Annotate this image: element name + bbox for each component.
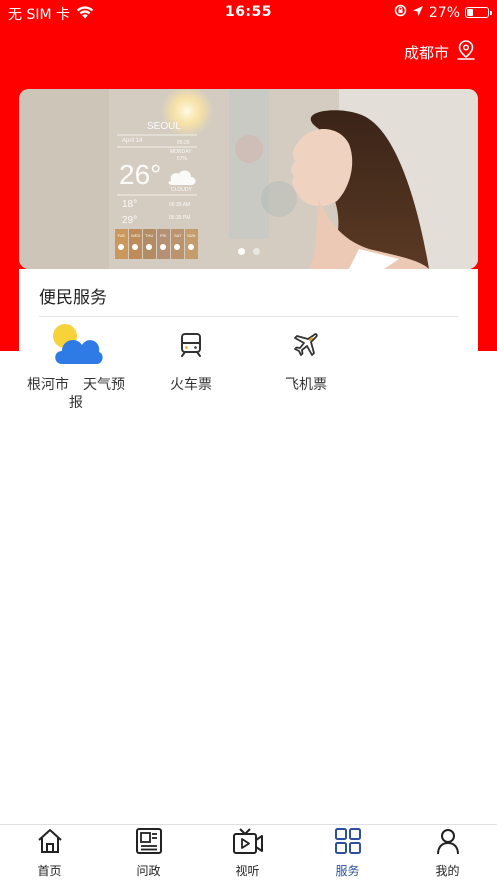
- svg-text:57%: 57%: [177, 156, 188, 162]
- svg-text:THU: THU: [145, 233, 153, 238]
- news-icon: [135, 827, 163, 859]
- svg-text:18°: 18°: [122, 199, 137, 210]
- svg-text:MONDAY: MONDAY: [170, 149, 192, 155]
- tv-icon: [232, 827, 264, 859]
- tab-wenzheng[interactable]: 问政: [99, 825, 198, 884]
- train-icon: [178, 332, 204, 362]
- airplane-icon: [292, 331, 320, 363]
- user-icon: [435, 827, 461, 859]
- svg-text:TUE: TUE: [117, 233, 125, 238]
- tab-label: 首页: [37, 864, 62, 878]
- banner-carousel[interactable]: SEOUL April 14 05:20 MONDAY 57% 26° CLOU…: [19, 89, 478, 269]
- svg-text:WED: WED: [131, 233, 140, 238]
- widget-city: SEOUL: [147, 121, 181, 132]
- banner-image: SEOUL April 14 05:20 MONDAY 57% 26° CLOU…: [19, 89, 478, 269]
- tab-label: 我的: [435, 864, 460, 878]
- tab-home[interactable]: 首页: [0, 825, 99, 884]
- tab-mine[interactable]: 我的: [398, 825, 497, 884]
- battery-percent: 27%: [428, 4, 460, 21]
- tab-label: 服务: [335, 864, 360, 878]
- svg-text:29°: 29°: [122, 215, 137, 226]
- home-icon: [36, 827, 64, 859]
- carousel-indicator: [19, 248, 478, 255]
- service-flight-ticket[interactable]: 飞机票: [256, 322, 356, 394]
- service-train-ticket[interactable]: 火车票: [141, 322, 241, 394]
- svg-text:05:20: 05:20: [177, 140, 190, 146]
- service-label: 根河市 天气预报: [27, 377, 125, 411]
- grid-icon: [334, 827, 362, 859]
- location-arrow-icon: [412, 5, 424, 21]
- section-title: 便民服务: [39, 288, 107, 308]
- carousel-dot[interactable]: [237, 248, 245, 255]
- tab-label: 视听: [235, 864, 260, 878]
- battery-icon: [465, 7, 492, 18]
- svg-text:05:35 PM: 05:35 PM: [169, 215, 190, 221]
- weather-icon: [49, 320, 103, 374]
- svg-text:CLOUDY: CLOUDY: [171, 187, 193, 193]
- divider: [39, 316, 458, 317]
- orientation-lock-icon: [394, 4, 407, 21]
- tab-shiting[interactable]: 视听: [198, 825, 297, 884]
- city-selector[interactable]: 成都市: [404, 39, 477, 65]
- status-bar: 无 SIM 卡 16:55 27%: [0, 0, 497, 26]
- tab-label: 问政: [136, 864, 161, 878]
- svg-text:April 14: April 14: [122, 138, 143, 144]
- svg-text:06:35 AM: 06:35 AM: [169, 202, 190, 208]
- service-weather[interactable]: 根河市 天气预报: [26, 322, 126, 412]
- service-label: 飞机票: [285, 377, 327, 393]
- service-label: 火车票: [170, 377, 212, 393]
- carousel-dot[interactable]: [252, 248, 260, 255]
- bottom-tab-bar: 首页 问政 视听 服务 我的: [0, 824, 497, 884]
- svg-text:SAT: SAT: [174, 233, 182, 238]
- svg-text:26°: 26°: [119, 159, 161, 190]
- svg-text:SUN: SUN: [187, 233, 196, 238]
- city-label: 成都市: [403, 43, 449, 62]
- location-pin-icon: [455, 39, 477, 65]
- tab-services[interactable]: 服务: [298, 825, 397, 884]
- svg-text:FRI: FRI: [160, 233, 166, 238]
